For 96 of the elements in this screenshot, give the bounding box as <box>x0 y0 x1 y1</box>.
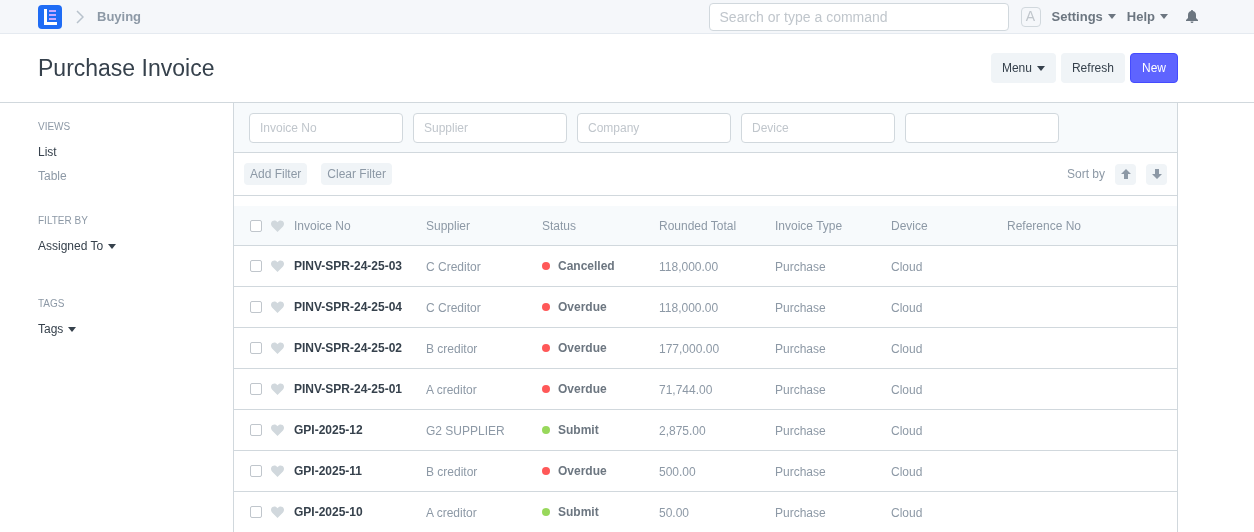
heart-icon[interactable] <box>271 383 284 395</box>
checkbox[interactable] <box>250 506 262 518</box>
table-cell-text: Purchase <box>775 300 826 317</box>
heart-icon[interactable] <box>271 301 284 313</box>
column-header: Rounded Total <box>659 217 737 235</box>
sidebar-link[interactable]: List <box>38 140 57 164</box>
heart-icon[interactable] <box>271 424 284 436</box>
table-cell-text: Cloud <box>891 300 923 317</box>
status-text: Overdue <box>558 381 607 398</box>
table-cell-text: C Creditor <box>426 300 481 317</box>
caret-icon <box>1107 14 1116 19</box>
checkbox[interactable] <box>250 383 262 395</box>
filter-field[interactable] <box>905 112 1059 143</box>
status-text: Overdue <box>558 340 607 357</box>
status-text: Cancelled <box>558 258 615 275</box>
caret-icon <box>1160 14 1168 19</box>
table-cell-text: 50.00 <box>659 505 690 522</box>
invoice-link[interactable]: PINV-SPR-24-25-02 <box>294 339 403 357</box>
column-header: Status <box>542 217 577 235</box>
status-text: Overdue <box>558 463 607 480</box>
sidebar-dropdown[interactable]: Tags <box>38 317 77 341</box>
bell-icon[interactable] <box>1186 10 1198 23</box>
heart-icon[interactable] <box>271 506 284 518</box>
sort-ascending-button[interactable] <box>1115 163 1136 185</box>
status-text: Overdue <box>558 299 607 316</box>
table-cell-text: 500.00 <box>659 464 696 481</box>
table-cell-text: Purchase <box>775 505 826 522</box>
search-field[interactable]: Search or type a command <box>708 2 1009 31</box>
column-header: Device <box>891 217 928 235</box>
column-header: Invoice No <box>294 217 351 235</box>
heart-icon[interactable] <box>271 465 284 477</box>
invoice-link[interactable]: GPI-2025-12 <box>294 421 363 439</box>
table-cell-text: 71,744.00 <box>659 382 713 399</box>
table-cell-text: C Creditor <box>426 259 481 276</box>
checkbox[interactable] <box>250 465 262 477</box>
table-cell-text: Cloud <box>891 259 923 276</box>
checkbox[interactable] <box>250 424 262 436</box>
heart-icon[interactable] <box>271 260 284 272</box>
filter-field[interactable]: Device <box>741 112 895 143</box>
nav-menu[interactable]: Settings <box>1051 6 1116 27</box>
heart-icon[interactable] <box>271 342 284 354</box>
table-cell-text: Cloud <box>891 382 923 399</box>
caret-icon <box>1036 65 1045 71</box>
table-cell-text: 2,875.00 <box>659 423 706 440</box>
checkbox[interactable] <box>250 301 262 313</box>
checkbox[interactable] <box>250 342 262 354</box>
table-cell-text: Purchase <box>775 259 826 276</box>
table-cell-text: Purchase <box>775 464 826 481</box>
filter-field[interactable]: Company <box>577 112 731 143</box>
sort-label: Sort by <box>1067 166 1105 183</box>
caret-icon <box>108 243 117 249</box>
nav-menu[interactable]: Help <box>1126 6 1168 27</box>
checkbox[interactable] <box>250 219 262 232</box>
status-text: Submit <box>558 422 599 439</box>
caret-icon <box>68 326 77 332</box>
table-cell-text: 118,000.00 <box>659 259 719 276</box>
table-cell-text: B creditor <box>426 341 478 358</box>
invoice-link[interactable]: GPI-2025-11 <box>294 462 363 480</box>
table-cell-text: A creditor <box>426 382 477 399</box>
invoice-link[interactable]: PINV-SPR-24-25-03 <box>294 257 403 275</box>
status-text: Submit <box>558 504 599 521</box>
column-header: Supplier <box>426 217 471 235</box>
checkbox[interactable] <box>250 260 262 272</box>
table-cell-text: Purchase <box>775 423 826 440</box>
invoice-link[interactable]: PINV-SPR-24-25-01 <box>294 380 403 398</box>
page-title: Purchase Invoice <box>38 53 215 83</box>
sort-descending-button[interactable] <box>1146 163 1167 185</box>
table-cell-text: 177,000.00 <box>659 341 720 358</box>
table-cell-text: B creditor <box>426 464 478 481</box>
table-cell-text: 118,000.00 <box>659 300 719 317</box>
column-header: Reference No <box>1007 217 1082 235</box>
section-heading: FILTER BY <box>38 214 88 228</box>
logo-icon <box>38 4 62 29</box>
refresh-button[interactable]: Refresh <box>1060 53 1125 83</box>
arrow-up-icon <box>1120 169 1131 179</box>
table-cell-text: G2 SUPPLIER <box>426 423 505 440</box>
sidebar-dropdown[interactable]: Assigned To <box>38 234 117 258</box>
table-cell-text: Purchase <box>775 382 826 399</box>
arrow-down-icon <box>1151 169 1162 179</box>
menu-button[interactable]: Menu <box>990 53 1056 83</box>
column-header: Invoice Type <box>775 217 843 235</box>
new-button[interactable]: New <box>1130 53 1178 83</box>
chevron-right-icon <box>76 9 84 24</box>
filter-field[interactable]: Supplier <box>413 112 567 143</box>
table-cell-text: Cloud <box>891 464 923 481</box>
filter-field[interactable]: Invoice No <box>249 112 403 143</box>
section-heading: TAGS <box>38 297 65 311</box>
table-cell-text: Cloud <box>891 341 923 358</box>
invoice-link[interactable]: PINV-SPR-24-25-04 <box>294 298 403 316</box>
table-cell-text: Cloud <box>891 423 923 440</box>
section-heading: VIEWS <box>38 120 71 134</box>
heart-icon[interactable] <box>271 219 284 232</box>
table-cell-text: Cloud <box>891 505 923 522</box>
invoice-link[interactable]: GPI-2025-10 <box>294 503 363 521</box>
table-cell-text: Purchase <box>775 341 826 358</box>
table-cell-text: A creditor <box>426 505 477 522</box>
